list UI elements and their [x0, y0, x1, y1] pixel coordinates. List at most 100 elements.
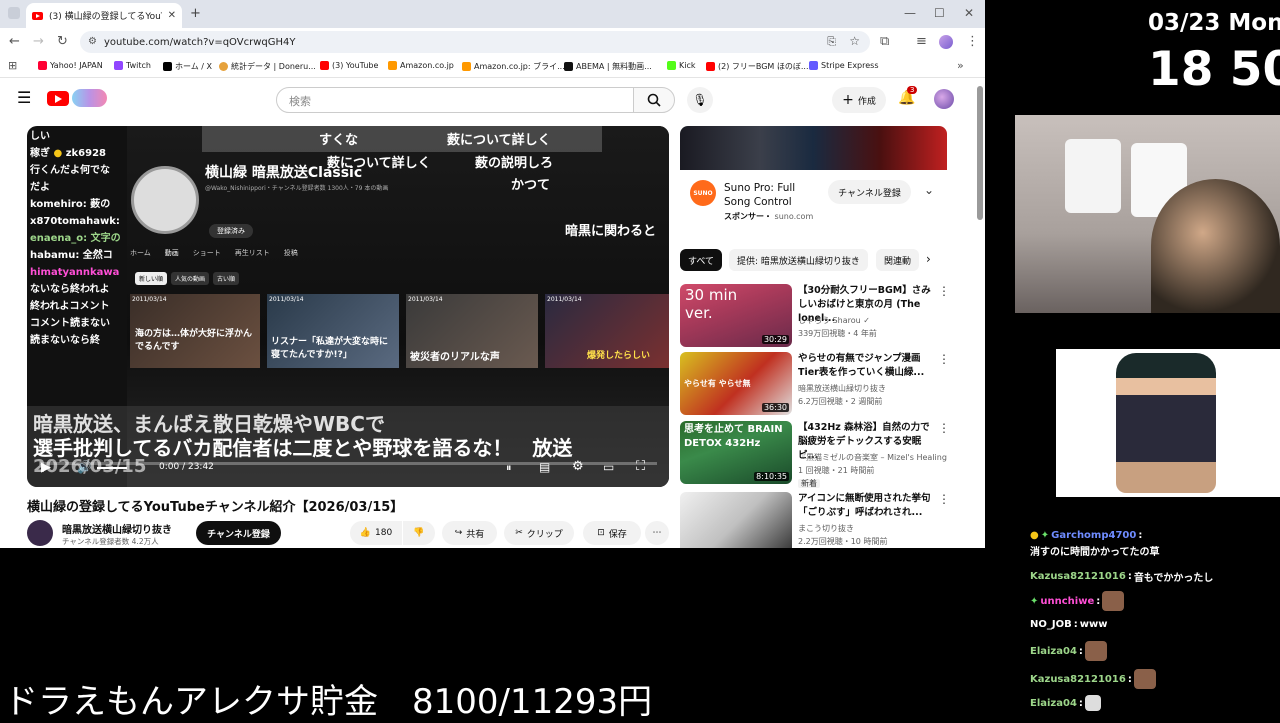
- play-icon[interactable]: ▶: [41, 460, 51, 475]
- bookmark-icon: ⊡: [597, 528, 605, 538]
- ad-title[interactable]: Suno Pro: Full Song Control: [724, 181, 824, 209]
- rec-thumbnail: やらせ有 やらせ無 36:30: [680, 352, 792, 415]
- bookmark-bgm[interactable]: (2) フリーBGM ほのぼ...: [706, 61, 809, 72]
- save-button[interactable]: ⊡ 保存: [583, 521, 641, 545]
- face-emote-icon: [1084, 641, 1107, 661]
- pause-toggle-icon[interactable]: ⏸: [506, 461, 512, 475]
- voice-search-button[interactable]: 🎙: [687, 87, 713, 113]
- amazon-icon: [388, 61, 397, 70]
- pixel-emote-icon: [1084, 695, 1101, 711]
- hamburger-icon[interactable]: ☰: [17, 88, 31, 107]
- rec-menu-icon[interactable]: ⋮: [938, 492, 950, 506]
- more-bookmarks-icon[interactable]: »: [957, 59, 964, 72]
- close-window-icon[interactable]: ✕: [964, 6, 974, 20]
- page-scrollbar[interactable]: [977, 86, 983, 220]
- more-actions-button[interactable]: ⋯: [645, 521, 669, 545]
- rec-menu-icon[interactable]: ⋮: [938, 284, 950, 298]
- menu-icon[interactable]: ⋮: [966, 34, 979, 49]
- maximize-icon[interactable]: ☐: [934, 6, 945, 20]
- channel-name-link[interactable]: 暗黒放送横山緑切り抜き: [62, 521, 172, 536]
- forward-icon[interactable]: →: [33, 34, 44, 49]
- chip-all[interactable]: すべて: [680, 249, 723, 271]
- avatar[interactable]: [934, 89, 954, 109]
- rec-menu-icon[interactable]: ⋮: [938, 421, 950, 435]
- settings-icon[interactable]: ⚙: [572, 459, 584, 474]
- bookmark-kick[interactable]: Kick: [667, 61, 696, 70]
- back-icon[interactable]: ←: [9, 34, 20, 49]
- recommendation-item[interactable]: アイコンに無断使用された挙句「ごりぷす」呼ばわれされ... まこう切り抜き 2.2…: [680, 492, 950, 548]
- bookmark-doneru[interactable]: 統計データ | Doneru...: [219, 61, 316, 72]
- active-tab[interactable]: (3) 横山緑の登録してるYouTubeチ ✕: [26, 3, 182, 28]
- streamer: [1151, 179, 1280, 313]
- thumbs-down-icon: 👎: [413, 528, 425, 538]
- chat-username: Elaiza04: [1030, 645, 1077, 657]
- like-button[interactable]: 👍 180: [350, 521, 402, 545]
- notifications-button[interactable]: 🔔 3: [898, 86, 918, 106]
- install-icon[interactable]: ⎘: [827, 35, 836, 49]
- minimize-icon[interactable]: —: [904, 6, 916, 20]
- ad-expand-icon[interactable]: ⌄: [924, 183, 934, 197]
- video-title: 横山緑の登録してるYouTubeチャンネル紹介【2026/03/15】: [27, 500, 404, 515]
- dislike-button[interactable]: 👎: [403, 521, 435, 545]
- ad-banner[interactable]: [680, 126, 947, 170]
- extensions-icon[interactable]: ⧉: [880, 34, 889, 49]
- chips-next-icon[interactable]: ›: [926, 252, 931, 266]
- volume-slider[interactable]: [97, 467, 127, 469]
- media-icon[interactable]: ≡: [916, 34, 927, 49]
- stream-clock: 18 50: [1148, 42, 1280, 97]
- apps-icon[interactable]: ⊞: [8, 59, 17, 72]
- profile-icon[interactable]: [939, 35, 953, 49]
- channel-avatar-small[interactable]: [27, 520, 53, 546]
- search-input[interactable]: 検索: [276, 87, 634, 113]
- recommendation-item[interactable]: 思考を止めて BRAIN DETOX 432Hz 8:10:35 【432Hz …: [680, 421, 950, 488]
- recommendation-item[interactable]: 30 min ver. 30:29 【30分耐久フリーBGM】さみしいおばけと東…: [680, 284, 950, 348]
- bookmark-twitch[interactable]: Twitch: [114, 61, 151, 70]
- clip-button[interactable]: ✂ クリップ: [504, 521, 574, 545]
- doodle-logo: [72, 89, 107, 107]
- chip-channel[interactable]: 提供: 暗黒放送横山緑切り抜き: [729, 249, 868, 271]
- subtitles-icon[interactable]: ▤: [539, 460, 550, 474]
- new-tab-icon[interactable]: +: [190, 6, 201, 21]
- bookmark-stripe[interactable]: Stripe Express: [809, 61, 879, 70]
- url-bar[interactable]: ⚙ youtube.com/watch?v=qOVcrwqGH4Y ⎘ ☆: [80, 31, 870, 53]
- tab-close-icon[interactable]: ✕: [168, 10, 176, 21]
- bookmark-star-icon[interactable]: ☆: [849, 34, 860, 48]
- thumb-caption: 海の方は…体が大好に浮かんでるんです: [135, 329, 253, 352]
- thumbs-up-icon: 👍: [359, 528, 372, 538]
- bookmark-youtube[interactable]: (3) YouTube: [320, 61, 378, 70]
- rec-menu-icon[interactable]: ⋮: [938, 352, 950, 366]
- share-button[interactable]: ↪ 共有: [442, 521, 497, 545]
- video-player[interactable]: すくな 薮について詳しく 薮について詳しく 薮の説明しろ かつて 暗黒に関わると…: [27, 126, 669, 487]
- create-button[interactable]: + 作成: [832, 87, 886, 113]
- x-icon: [163, 62, 172, 71]
- youtube-icon: [320, 61, 329, 70]
- bookmark-amazon[interactable]: Amazon.co.jp: [388, 61, 454, 70]
- chip-related[interactable]: 関連動: [876, 249, 920, 271]
- rec-thumbnail: 30 min ver. 30:29: [680, 284, 792, 347]
- youtube-favicon-icon: [32, 11, 43, 20]
- chat-message: ✦ unnchiwe:: [1030, 591, 1125, 611]
- chat-username: NO_JOB: [1030, 619, 1072, 630]
- search-button[interactable]: [633, 87, 675, 113]
- volume-icon[interactable]: 🔊: [77, 460, 92, 474]
- share-icon: ↪: [454, 528, 463, 538]
- recommendation-item[interactable]: やらせ有 やらせ無 36:30 やらせの有無でジャンプ漫画Tier表を作っていく…: [680, 352, 950, 416]
- tab-search-icon[interactable]: [8, 7, 20, 19]
- thumb-caption: 被災者のリアルな声: [410, 352, 500, 363]
- subscribe-button[interactable]: チャンネル登録: [196, 521, 281, 545]
- bookmark-yahoo[interactable]: Yahoo! JAPAN: [38, 61, 103, 70]
- youtube-logo[interactable]: [47, 91, 69, 106]
- reload-icon[interactable]: ↻: [57, 34, 68, 49]
- fullscreen-icon[interactable]: ⛶: [636, 459, 645, 474]
- tab-title: (3) 横山緑の登録してるYouTubeチ: [49, 12, 162, 22]
- ad-subscribe-button[interactable]: チャンネル登録: [828, 180, 911, 204]
- theater-icon[interactable]: ▭: [603, 460, 614, 474]
- search-icon: [647, 93, 661, 107]
- progress-bar[interactable]: [39, 462, 657, 465]
- bookmark-x[interactable]: ホーム / X: [163, 61, 212, 72]
- subscribed-pill: 登録済み: [209, 224, 253, 238]
- bookmark-abema[interactable]: ABEMA | 無料動画...: [564, 61, 652, 72]
- stream-date: 03/23 Mon: [1148, 10, 1280, 36]
- bookmark-amazon-2[interactable]: Amazon.co.jp: ブライ...: [462, 61, 565, 72]
- site-info-icon[interactable]: ⚙: [88, 36, 97, 47]
